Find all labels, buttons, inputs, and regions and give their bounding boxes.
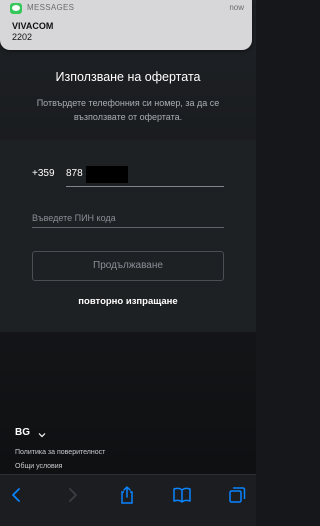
browser-toolbar bbox=[0, 474, 256, 526]
notification-time: now bbox=[229, 3, 244, 12]
continue-button[interactable]: Продължаване bbox=[32, 251, 224, 281]
notification-body: 2202 bbox=[12, 32, 33, 42]
message-notification[interactable]: MESSAGES now VIVACOM 2202 bbox=[0, 0, 252, 50]
share-icon[interactable] bbox=[116, 484, 138, 506]
notification-app-name: MESSAGES bbox=[27, 3, 75, 12]
phone-field-underline bbox=[66, 186, 224, 187]
messages-app-icon bbox=[10, 3, 22, 14]
chevron-down-icon[interactable] bbox=[37, 427, 47, 438]
notification-sender: VIVACOM bbox=[12, 21, 54, 31]
resend-link[interactable]: повторно изпращане bbox=[0, 296, 256, 307]
terms-link[interactable]: Общи условия bbox=[15, 463, 62, 470]
country-code: +359 bbox=[32, 168, 55, 179]
bookmarks-icon[interactable] bbox=[171, 484, 193, 506]
pin-code-input[interactable] bbox=[32, 208, 224, 228]
phone-number-field[interactable]: 878 bbox=[66, 168, 83, 179]
page-subtitle: Потвърдете телефонния си номер, за да се… bbox=[36, 98, 220, 122]
forward-icon[interactable] bbox=[61, 484, 83, 506]
language-selector[interactable]: BG bbox=[15, 427, 30, 438]
privacy-policy-link[interactable]: Политика за поверителност bbox=[15, 449, 105, 456]
redaction-box bbox=[86, 166, 128, 183]
page-title: Използване на офертата bbox=[55, 70, 201, 84]
back-icon[interactable] bbox=[6, 484, 28, 506]
tabs-icon[interactable] bbox=[226, 484, 248, 506]
